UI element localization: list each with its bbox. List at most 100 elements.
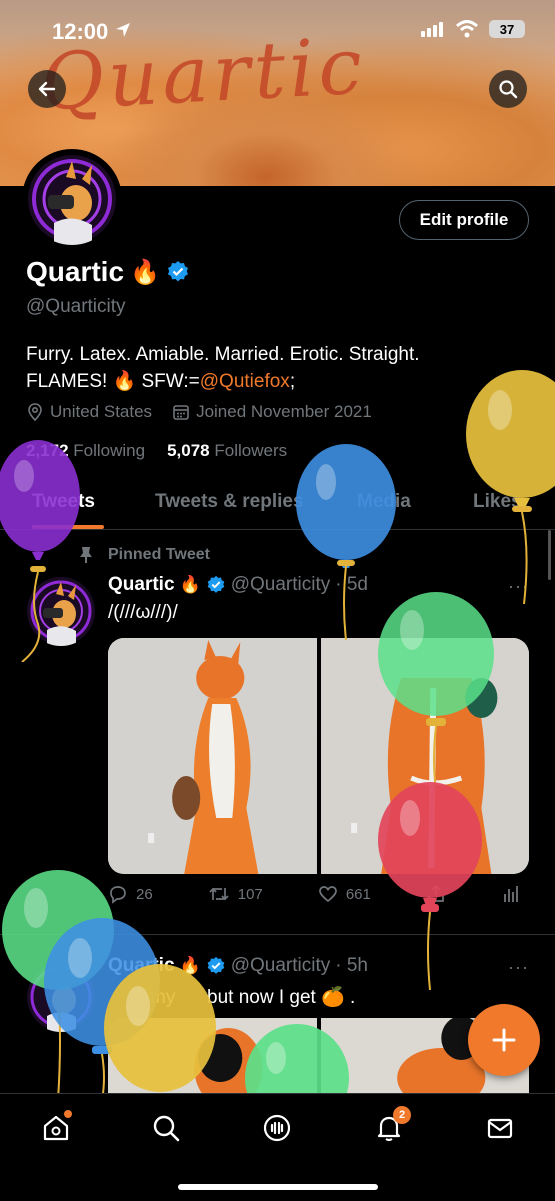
joined-text: Joined November 2021 [196, 402, 372, 421]
flame-emoji: 🔥 [130, 258, 160, 286]
tweet-avatar[interactable] [26, 962, 96, 1032]
followers-link[interactable]: 5,078 Followers [167, 441, 287, 461]
location-item: United States [26, 402, 152, 422]
tweet-author-name[interactable]: Quartic [108, 574, 175, 596]
tab-tweets[interactable]: Tweets [32, 491, 95, 513]
avatar-image [27, 963, 95, 1032]
tab-tweets-replies[interactable]: Tweets & replies [155, 491, 304, 513]
bio-line-1: Furry. Latex. Amiable. Married. Erotic. … [26, 344, 420, 365]
retweet-icon [209, 887, 229, 901]
nav-messages[interactable] [484, 1112, 516, 1144]
nav-search[interactable] [150, 1112, 182, 1144]
tweet-media[interactable] [108, 1018, 529, 1098]
edit-profile-button[interactable]: Edit profile [399, 200, 529, 240]
tweet-text: /(///ω///)/ [108, 602, 178, 623]
bio-line-2-prefix: FLAMES! 🔥 SFW:= [26, 371, 200, 392]
follow-counts: 2,172 Following 5,078 Followers [26, 441, 287, 461]
tweet-author-name[interactable]: Quartic [108, 955, 175, 977]
latex-photo-1 [108, 1018, 317, 1098]
followers-count: 5,078 [167, 441, 210, 460]
profile-meta: United States Joined November 2021 [26, 402, 372, 422]
tweet-timestamp: · 5h [335, 955, 368, 976]
notifications-badge: 2 [393, 1106, 411, 1124]
verified-badge-icon [207, 575, 225, 593]
avatar-image [28, 155, 116, 245]
tab-likes[interactable]: Likes [473, 491, 522, 513]
reply-count: 26 [136, 885, 153, 903]
calendar-icon [173, 405, 189, 420]
nav-spaces[interactable] [261, 1112, 293, 1144]
fursuit-photo-1 [108, 638, 317, 874]
tweet-author-handle: @Quarticity [230, 574, 331, 595]
spaces-icon [263, 1114, 291, 1142]
scrollbar[interactable] [548, 530, 551, 580]
following-link[interactable]: 2,172 Following [26, 441, 145, 461]
retweet-button[interactable]: 107 [208, 884, 263, 904]
arrow-left-icon [38, 81, 56, 97]
tweet-avatar[interactable] [26, 576, 96, 646]
joined-item: Joined November 2021 [172, 402, 372, 422]
share-button[interactable] [426, 884, 446, 904]
profile-tabs: Tweets Tweets & replies Media Likes [0, 475, 555, 530]
active-tab-indicator [32, 525, 104, 529]
nav-notifications[interactable]: 2 [373, 1106, 411, 1144]
following-count: 2,172 [26, 441, 69, 460]
status-bar: 12:00 37 [0, 0, 555, 62]
tweet-more-button[interactable]: ··· [508, 576, 529, 597]
bio-line-2-suffix: ; [289, 371, 296, 392]
tweet-more-button[interactable]: ··· [508, 957, 529, 978]
display-name-text: Quartic [26, 256, 125, 287]
location-text: United States [50, 402, 153, 421]
followers-label: Followers [214, 441, 288, 460]
reply-icon [110, 886, 126, 904]
flame-emoji: 🔥 [179, 956, 201, 975]
media-photo-1[interactable] [108, 638, 317, 874]
battery-indicator: 37 [489, 20, 525, 38]
analytics-button[interactable] [501, 884, 521, 904]
back-button[interactable] [28, 70, 66, 108]
pinned-tweet-label: Pinned Tweet [78, 546, 210, 564]
cellular-signal-icon [421, 22, 443, 37]
compose-tweet-button[interactable] [468, 1004, 540, 1076]
fursuit-photo-2 [320, 638, 529, 874]
wifi-icon [455, 20, 479, 38]
search-icon [499, 80, 518, 99]
flame-emoji: 🔥 [179, 575, 201, 594]
avatar-image [27, 577, 95, 646]
pinned-text: Pinned Tweet [108, 546, 210, 563]
share-icon [428, 884, 444, 902]
tab-media[interactable]: Media [357, 491, 411, 513]
profile-bio: Furry. Latex. Amiable. Married. Erotic. … [26, 341, 526, 395]
profile-display-name: Quartic 🔥 [26, 256, 190, 288]
following-label: Following [73, 441, 146, 460]
balloon-blue [296, 444, 396, 640]
verified-badge-icon[interactable] [166, 260, 190, 284]
home-notification-dot [64, 1110, 72, 1118]
analytics-icon [504, 886, 518, 902]
status-time: 12:00 [52, 19, 109, 44]
retweet-count: 107 [237, 885, 263, 903]
like-count: 661 [345, 885, 371, 903]
tweet-divider [0, 934, 555, 935]
like-button[interactable]: 661 [318, 884, 371, 904]
profile-handle: @Quarticity [26, 296, 126, 317]
search-button[interactable] [489, 70, 527, 108]
nav-home[interactable] [40, 1110, 72, 1144]
tweet-header: Quartic 🔥 @Quarticity · 5h [108, 955, 368, 977]
heart-icon [318, 886, 337, 903]
media-photo-2[interactable] [320, 638, 529, 874]
messages-icon [487, 1118, 513, 1139]
location-arrow-icon [116, 23, 130, 37]
reply-button[interactable]: 26 [108, 884, 153, 904]
home-indicator[interactable] [178, 1184, 378, 1190]
tweet-text: my but now I get 🍊 . [150, 987, 356, 1008]
tweet-header: Quartic 🔥 @Quarticity · 5d [108, 574, 368, 596]
pin-icon [80, 547, 92, 563]
profile-avatar[interactable] [22, 149, 122, 249]
tweet-media[interactable] [108, 638, 529, 874]
tweet-timestamp: · 5d [335, 574, 368, 595]
media-photo-1[interactable] [108, 1018, 317, 1098]
plus-icon [492, 1028, 516, 1052]
bio-mention-link[interactable]: @Qutiefox [200, 371, 290, 392]
bio-line-2: FLAMES! 🔥 SFW:=@Qutiefox; [26, 368, 526, 395]
